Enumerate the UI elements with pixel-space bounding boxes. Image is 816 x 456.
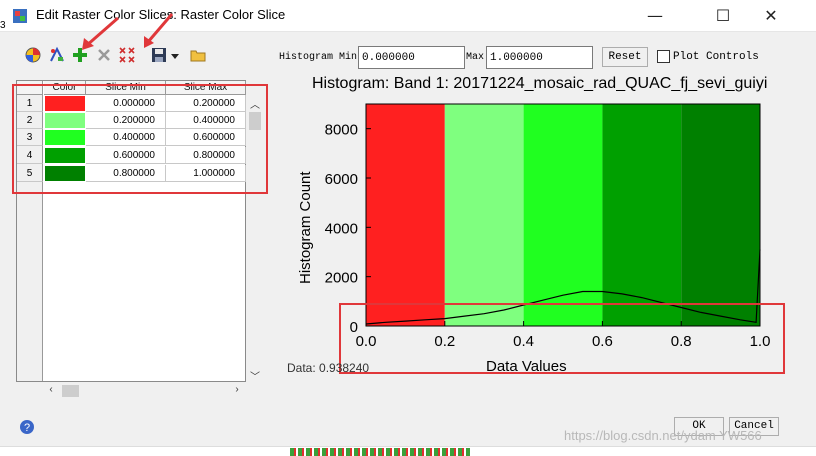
data-readout: Data: 0.938240 — [287, 361, 370, 375]
histogram-max-input[interactable] — [486, 46, 593, 69]
app-icon — [13, 9, 27, 23]
color-wheel-icon[interactable] — [24, 46, 42, 64]
y-tick-label: 6000 — [325, 171, 358, 188]
map-preview-strip — [290, 448, 470, 456]
scroll-left-icon[interactable]: ‹ — [45, 384, 57, 396]
y-axis-label: Histogram Count — [297, 171, 314, 284]
open-folder-icon[interactable] — [189, 46, 207, 64]
annotation-arrow-clear — [144, 13, 174, 48]
side-number: 3 — [0, 20, 6, 31]
color-slices — [366, 104, 760, 326]
annotation-arrow-add — [82, 16, 119, 50]
color-slice-band — [681, 104, 760, 326]
histogram-min-input[interactable] — [358, 46, 465, 69]
chart-title: Histogram: Band 1: 20171224_mosaic_rad_Q… — [312, 75, 768, 92]
annotation-box-axis — [339, 303, 785, 374]
help-icon[interactable]: ? — [19, 419, 35, 435]
scroll-down-icon[interactable]: ﹀ — [248, 368, 262, 383]
color-slice-band — [366, 104, 445, 326]
horizontal-scroll-thumb[interactable] — [62, 385, 79, 397]
close-button[interactable]: ✕ — [748, 0, 794, 32]
plot-controls-label: Plot Controls — [673, 51, 759, 63]
y-tick-label: 4000 — [325, 220, 358, 237]
watermark: https://blog.csdn.net/ydam YW566 — [564, 428, 762, 443]
histogram-min-label: Histogram Min — [279, 52, 358, 63]
annotation-box-table — [12, 84, 268, 194]
color-slice-band — [444, 104, 524, 326]
y-tick-label: 8000 — [325, 122, 358, 139]
histogram-max-label: Max — [466, 52, 485, 63]
y-tick-label: 2000 — [325, 270, 358, 287]
svg-text:?: ? — [24, 422, 30, 434]
color-slice-band — [523, 104, 603, 326]
reset-button[interactable]: Reset — [602, 47, 648, 67]
auto-slices-icon[interactable] — [48, 46, 66, 64]
minimize-button[interactable]: — — [632, 0, 678, 32]
plot-controls-checkbox[interactable] — [657, 50, 670, 63]
scroll-right-icon[interactable]: › — [231, 384, 243, 396]
maximize-button[interactable]: ☐ — [700, 0, 746, 32]
chevron-down-icon[interactable] — [170, 53, 180, 61]
